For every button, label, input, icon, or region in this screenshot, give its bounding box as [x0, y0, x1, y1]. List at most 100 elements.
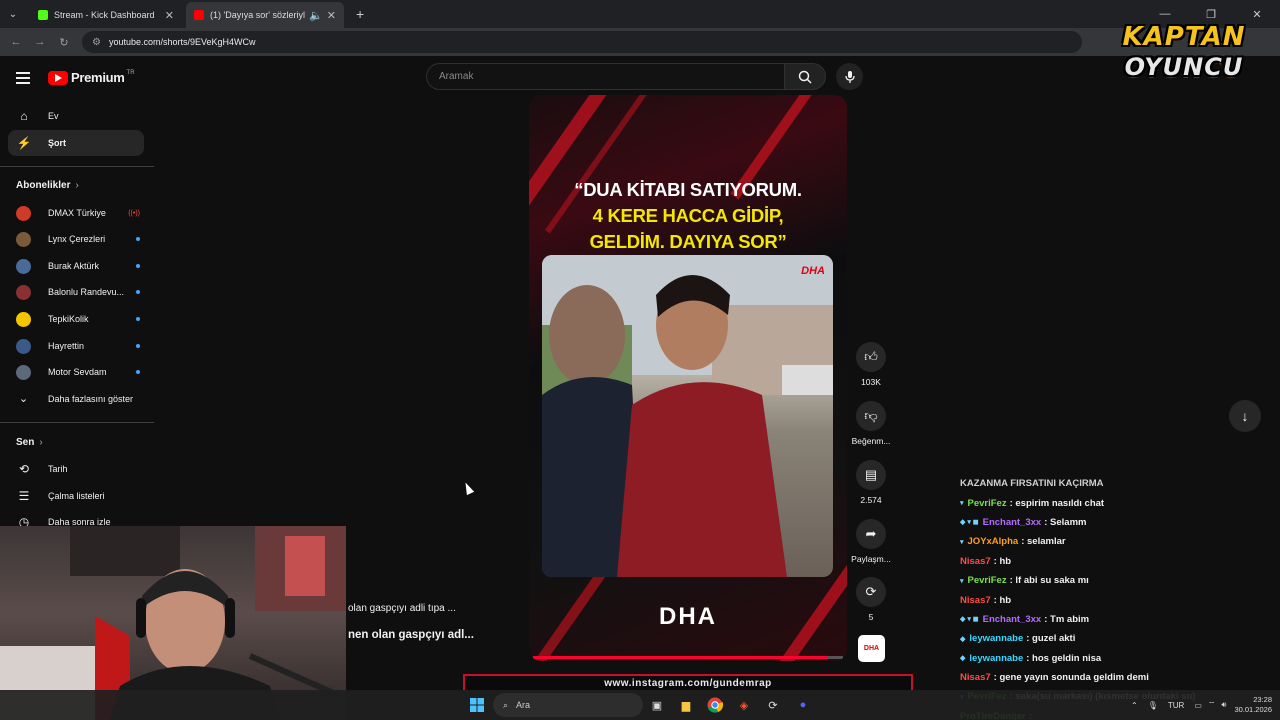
avatar	[16, 311, 31, 327]
share-button[interactable]: ➦ Paylaşm...	[848, 519, 894, 564]
chat-username[interactable]: Nisas7	[960, 595, 991, 606]
maximize-icon[interactable]: ❐	[1188, 8, 1234, 21]
youtube-logo-icon[interactable]	[48, 70, 68, 85]
sidebar-item-subscription[interactable]: Balonlu Randevu...	[16, 281, 140, 303]
sidebar-item-subscription[interactable]: TepkiKolik	[16, 308, 140, 330]
avatar	[16, 231, 31, 247]
language-indicator[interactable]: TUR	[1168, 701, 1184, 710]
you-header[interactable]: Sen ›	[16, 437, 43, 448]
file-explorer-icon[interactable]: ▆	[676, 695, 696, 715]
new-content-dot	[136, 370, 140, 374]
app-icon[interactable]: ⟳	[763, 695, 783, 715]
shorts-player[interactable]: “DUA KİTABI SATIYORUM. 4 KERE HACCA GİDİ…	[529, 95, 847, 661]
speaker-icon[interactable]: 🔈	[309, 9, 323, 22]
share-icon: ➦	[856, 519, 886, 549]
chat-username[interactable]: PevriFez	[968, 575, 1007, 586]
like-button[interactable]: 👍︎ 103K	[848, 342, 894, 387]
chat-username[interactable]: leywannabe	[969, 653, 1023, 664]
chat-text: : selamlar	[1021, 536, 1066, 548]
chat-username[interactable]: Nisas7	[960, 672, 991, 683]
chat-text: : hos geldin nisa	[1026, 652, 1102, 664]
sidebar-item-playlists[interactable]: ☰ Çalma listeleri	[8, 483, 144, 509]
chrome-icon[interactable]	[705, 695, 725, 715]
discord-icon[interactable]: ●	[793, 695, 813, 715]
clock[interactable]: 23:28 30.01.2026	[1234, 695, 1272, 715]
next-short-button[interactable]: ↓	[1229, 400, 1261, 432]
sidebar-item-subscription[interactable]: Burak Aktürk	[16, 255, 140, 277]
task-view-icon[interactable]: ▣	[647, 695, 667, 715]
sidebar-item-subscription[interactable]: Motor Sevdam	[16, 361, 140, 383]
sidebar-item-subscription[interactable]: Lynx Çerezleri	[16, 228, 140, 250]
divider	[0, 166, 154, 167]
chat-username[interactable]: KAZANMA FIRSATINI KAÇIRMA	[960, 478, 1104, 489]
headline-line: “DUA KİTABI SATIYORUM.	[574, 179, 802, 200]
sidebar-item-history[interactable]: ⟲ Tarih	[8, 456, 144, 482]
chat-username[interactable]: PevriFez	[968, 498, 1007, 509]
chat-message: Nisas7: hb	[960, 552, 1280, 571]
microphone-icon[interactable]: 🎙︎	[1148, 701, 1158, 710]
chat-message: ◆ leywannabe: guzel akti	[960, 629, 1280, 648]
video-scene	[542, 255, 833, 577]
reload-icon[interactable]: ↻	[52, 36, 76, 49]
channel-name: Balonlu Randevu...	[48, 287, 125, 297]
progress-bar[interactable]	[533, 656, 843, 659]
windows-start-icon[interactable]	[467, 695, 487, 715]
show-more-label: Daha fazlasını göster	[48, 394, 134, 404]
network-icon[interactable]: ⌔	[1208, 700, 1216, 710]
thumbs-down-icon: 👎︎	[856, 401, 886, 431]
show-more-button[interactable]: ⌄ Daha fazlasını göster	[16, 388, 140, 410]
volume-icon[interactable]: 🔊︎	[1221, 700, 1226, 710]
brave-icon[interactable]: ◈	[734, 695, 754, 715]
search-input[interactable]: Aramak	[426, 63, 784, 90]
tab-title: Stream - Kick Dashboard	[54, 10, 155, 20]
premium-label[interactable]: Premium	[71, 70, 125, 85]
taskbar-search-label: Ara	[516, 700, 531, 710]
sidebar-item-home[interactable]: ⌂ Ev	[8, 103, 144, 129]
close-window-icon[interactable]: ✕	[1234, 8, 1280, 21]
display-icon[interactable]: ▭	[1194, 701, 1202, 710]
dislike-button[interactable]: 👎︎ Beğenm...	[848, 401, 894, 446]
close-tab-icon[interactable]: ✕	[327, 9, 336, 22]
new-tab-icon[interactable]: +	[356, 6, 364, 22]
sidebar-item-shorts[interactable]: ⚡ Şort	[8, 130, 144, 156]
menu-icon[interactable]	[16, 71, 30, 84]
tab-youtube-short[interactable]: (1) 'Dayıya sor' sözleriyle fen 🔈 ✕	[186, 2, 344, 28]
tab-kick-dashboard[interactable]: Stream - Kick Dashboard ✕	[30, 2, 182, 28]
taskbar-search[interactable]: ⌕ Ara	[493, 693, 643, 717]
subscriptions-header[interactable]: Abonelikler ›	[16, 180, 79, 191]
channel-thumbnail[interactable]: DHA	[858, 635, 885, 662]
comments-button[interactable]: ▤ 2.574	[848, 460, 894, 505]
new-content-dot	[136, 237, 140, 241]
search-button[interactable]	[784, 63, 826, 90]
microphone-icon	[844, 70, 855, 83]
chat-text: : guzel akti	[1026, 633, 1076, 645]
masthead-logo: Premium TR	[16, 70, 135, 85]
chat-message: ▾ JOYxAlpha: selamlar	[960, 532, 1280, 551]
chat-message: ◆ ▾ ◼ Enchant_3xx: Tm abim	[960, 610, 1280, 629]
chat-username[interactable]: JOYxAlpha	[968, 536, 1019, 547]
forward-icon[interactable]: →	[28, 36, 52, 48]
avatar	[16, 284, 31, 300]
new-content-dot	[136, 317, 140, 321]
chat-badge-icon: ▾	[960, 538, 964, 546]
chat-text: : lf abi su saka mı	[1009, 575, 1089, 587]
video-frame: DHA	[542, 255, 833, 577]
sidebar-item-subscription[interactable]: Hayrettin	[16, 335, 140, 357]
chat-username[interactable]: Enchant_3xx	[983, 517, 1042, 528]
chat-username[interactable]: Nisas7	[960, 556, 991, 567]
minimize-icon[interactable]: —	[1142, 8, 1188, 20]
tab-search-icon[interactable]: ⌄	[0, 0, 26, 28]
close-tab-icon[interactable]: ✕	[165, 9, 174, 22]
avatar	[16, 205, 31, 221]
back-icon[interactable]: ←	[4, 36, 28, 48]
chat-username[interactable]: Enchant_3xx	[983, 614, 1042, 625]
url-field[interactable]: ⚙ youtube.com/shorts/9EVeKgH4WCw	[82, 31, 1082, 53]
sidebar-item-subscription[interactable]: DMAX Türkiye ((•))	[16, 202, 140, 224]
remix-button[interactable]: ⟳ 5	[848, 577, 894, 622]
streamer-logo: KAPTAN OYUNCU	[1108, 22, 1260, 92]
chat-username[interactable]: leywannabe	[969, 633, 1023, 644]
voice-search-button[interactable]	[836, 63, 863, 90]
chevron-up-icon[interactable]: ⌃	[1131, 701, 1138, 710]
site-info-icon[interactable]: ⚙	[92, 37, 101, 48]
new-content-dot	[136, 344, 140, 348]
